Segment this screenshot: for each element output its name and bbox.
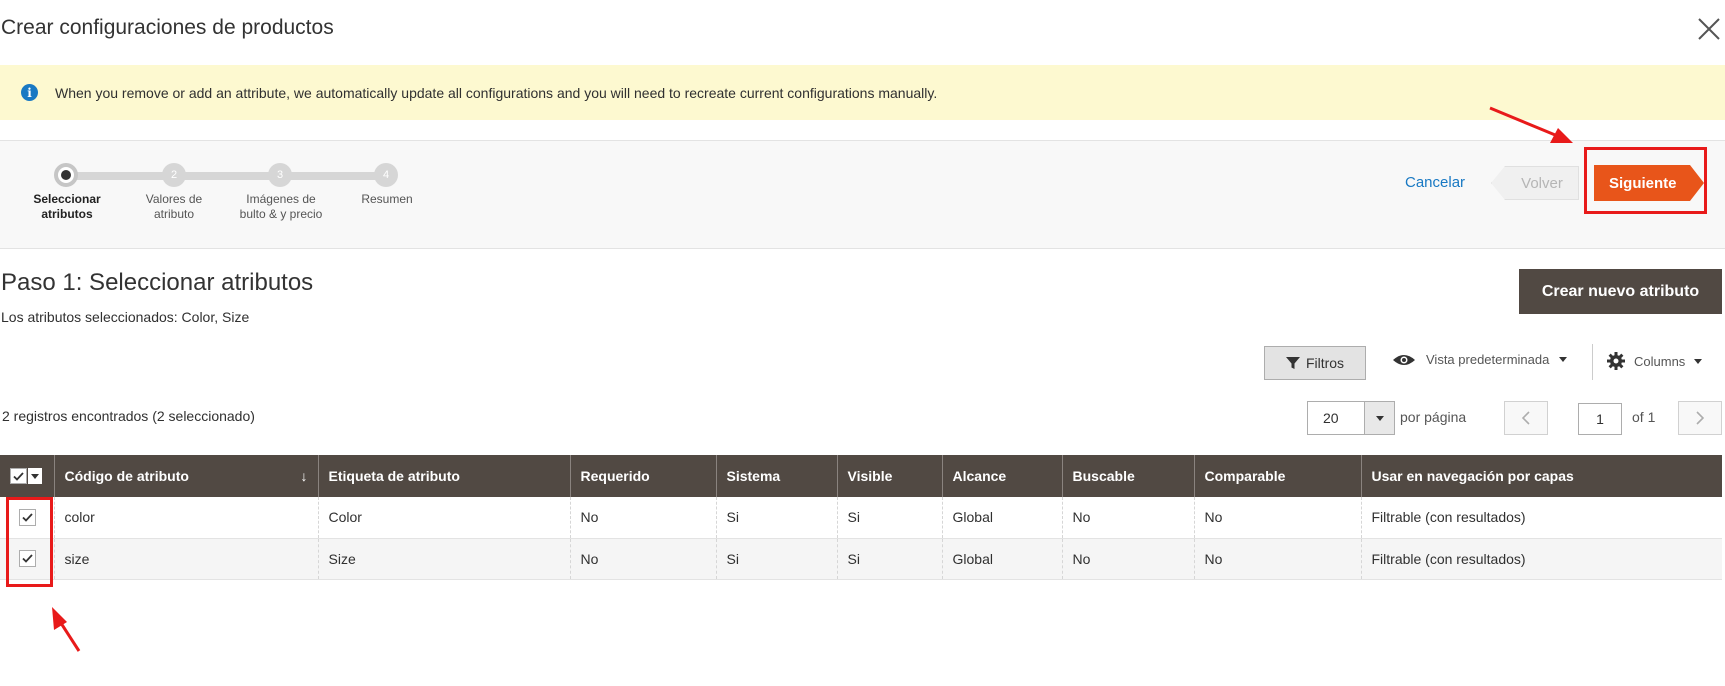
cell-layered-navigation: Filtrable (con resultados) — [1360, 538, 1722, 579]
view-label: Vista predeterminada — [1426, 352, 1550, 367]
per-page-select[interactable]: 20 — [1307, 401, 1395, 435]
check-icon — [13, 471, 24, 481]
mass-select-dropdown[interactable] — [28, 468, 42, 484]
caret-down-icon — [1694, 358, 1703, 364]
cell-code: size — [53, 538, 318, 579]
cell-system: Si — [715, 497, 837, 538]
step-4-dot[interactable]: 4 — [374, 163, 398, 187]
grid-header-row: Código de atributo ↓ Etiqueta de atributo… — [0, 455, 1722, 497]
column-header-required[interactable]: Requerido — [569, 455, 716, 497]
filters-button[interactable]: Filtros — [1264, 346, 1366, 380]
close-icon[interactable] — [1696, 16, 1722, 42]
column-header-searchable[interactable]: Buscable — [1061, 455, 1194, 497]
cell-required: No — [569, 538, 716, 579]
columns-label: Columns — [1634, 353, 1686, 369]
toolbar-divider — [1592, 344, 1593, 380]
step-4-label[interactable]: Resumen — [341, 192, 433, 207]
attributes-grid: Código de atributo ↓ Etiqueta de atributo… — [0, 455, 1722, 580]
info-icon: i — [21, 84, 38, 101]
step-2-label[interactable]: Valores de atributo — [128, 192, 220, 222]
notice-text: When you remove or add an attribute, we … — [55, 84, 938, 101]
selected-attributes-text: Los atributos seleccionados: Color, Size — [1, 309, 250, 325]
column-header-label: Código de atributo — [64, 468, 189, 484]
previous-page-button[interactable] — [1504, 401, 1548, 435]
checkbox[interactable] — [10, 468, 27, 484]
mass-select-checkbox[interactable] — [10, 468, 44, 484]
next-button[interactable]: Siguiente — [1594, 165, 1704, 201]
records-found-text: 2 registros encontrados (2 seleccionado) — [2, 408, 255, 424]
next-page-button[interactable] — [1678, 401, 1722, 435]
cell-system: Si — [715, 538, 837, 579]
cell-visible: Si — [836, 497, 942, 538]
table-row[interactable]: size Size No Si Si Global No No Filtrabl… — [0, 538, 1722, 579]
cell-scope: Global — [941, 538, 1062, 579]
create-attribute-button[interactable]: Crear nuevo atributo — [1519, 269, 1722, 314]
column-header-comparable[interactable]: Comparable — [1193, 455, 1361, 497]
cell-comparable: No — [1193, 497, 1361, 538]
step-title: Paso 1: Seleccionar atributos — [1, 269, 314, 296]
cell-label: Color — [317, 497, 570, 538]
column-header-visible[interactable]: Visible — [836, 455, 942, 497]
filters-label: Filtros — [1305, 355, 1345, 371]
annotation-arrow-icon — [52, 607, 81, 652]
filter-icon — [1285, 357, 1300, 369]
info-notice: i When you remove or add an attribute, w… — [0, 65, 1725, 120]
caret-down-icon — [1559, 357, 1568, 362]
step-3-dot[interactable]: 3 — [268, 163, 292, 187]
sort-arrow-icon: ↓ — [300, 468, 308, 484]
cell-layered-navigation: Filtrable (con resultados) — [1360, 497, 1722, 538]
step-1-dot[interactable] — [54, 163, 78, 187]
cell-visible: Si — [836, 538, 942, 579]
mass-select-header[interactable] — [0, 455, 54, 497]
column-header-system[interactable]: Sistema — [715, 455, 837, 497]
step-progress-line — [66, 172, 386, 180]
step-1-label[interactable]: Seleccionar atributos — [12, 192, 122, 222]
annotation-highlight-box — [6, 497, 53, 587]
chevron-right-icon — [1696, 411, 1704, 425]
cell-label: Size — [317, 538, 570, 579]
per-page-label: por página — [1400, 409, 1467, 425]
per-page-dropdown-button[interactable] — [1364, 402, 1394, 434]
chevron-left-icon — [1522, 411, 1530, 425]
wizard-steps-bar: 2 3 4 Seleccionar atributos Valores de a… — [0, 140, 1725, 249]
total-pages-text: of 1 — [1632, 409, 1656, 425]
table-row[interactable]: color Color No Si Si Global No No Filtra… — [0, 497, 1722, 538]
gear-icon — [1607, 352, 1625, 370]
cell-searchable: No — [1061, 497, 1194, 538]
modal-title: Crear configuraciones de productos — [1, 16, 334, 39]
cell-code: color — [53, 497, 318, 538]
column-header-scope[interactable]: Alcance — [941, 455, 1062, 497]
cell-scope: Global — [941, 497, 1062, 538]
caret-down-icon — [31, 473, 39, 479]
caret-down-icon — [1375, 415, 1384, 421]
cell-comparable: No — [1193, 538, 1361, 579]
step-3-label[interactable]: Imágenes de bulto & y precio — [235, 192, 327, 222]
columns-select[interactable]: Columns — [1607, 352, 1703, 370]
cell-required: No — [569, 497, 716, 538]
column-header-code[interactable]: Código de atributo ↓ — [53, 455, 318, 497]
eye-icon — [1393, 354, 1415, 365]
per-page-value: 20 — [1323, 410, 1339, 426]
current-page-input[interactable]: 1 — [1578, 403, 1622, 435]
cancel-button[interactable]: Cancelar — [1405, 174, 1465, 191]
view-select[interactable]: Vista predeterminada — [1392, 352, 1568, 367]
step-2-dot[interactable]: 2 — [162, 163, 186, 187]
back-button[interactable]: Volver — [1491, 166, 1579, 200]
cell-searchable: No — [1061, 538, 1194, 579]
column-header-label[interactable]: Etiqueta de atributo — [317, 455, 570, 497]
column-header-layered-navigation[interactable]: Usar en navegación por capas — [1360, 455, 1722, 497]
